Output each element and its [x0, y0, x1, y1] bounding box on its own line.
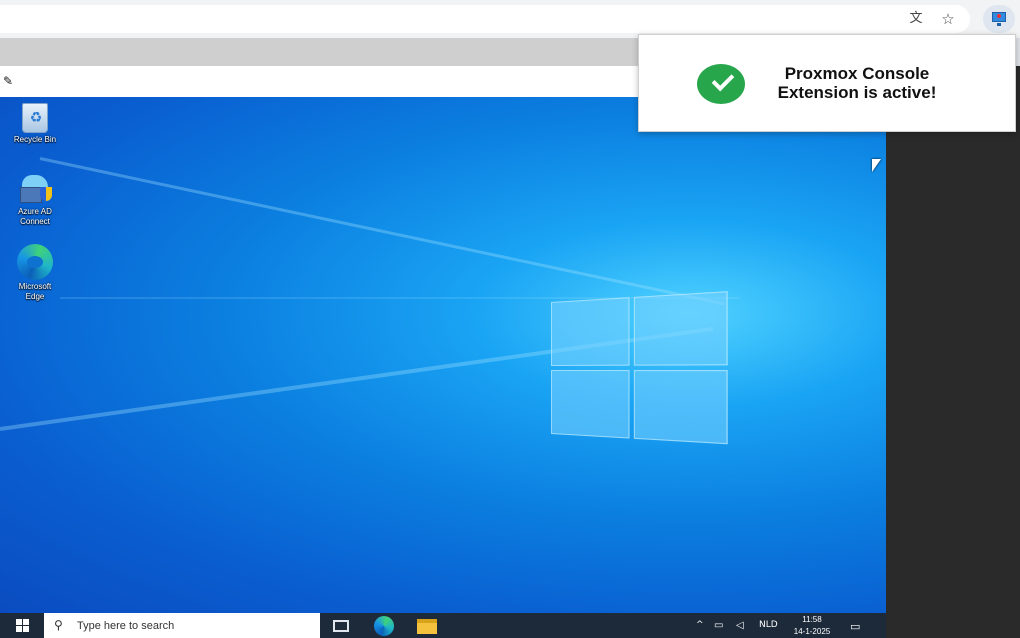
pencil-icon[interactable]: ✎ [3, 74, 13, 88]
azure-ad-connect-icon [18, 173, 52, 205]
language-indicator[interactable]: NLD [759, 620, 778, 630]
taskbar-search-box[interactable]: ⚲ Type here to search [44, 613, 320, 638]
desktop-icon-azure-ad-connect[interactable]: Azure AD Connect [7, 173, 63, 227]
popup-line-2: Extension is active! [777, 83, 937, 102]
edge-icon [17, 244, 53, 280]
system-clock[interactable]: 11:58 14-1-2025 [788, 614, 836, 638]
browser-toolbar: 文 ☆ [0, 0, 1020, 38]
popup-line-1: Proxmox Console [784, 64, 930, 83]
popup-message: Proxmox Console Extension is active! [757, 64, 957, 102]
taskbar-edge-icon[interactable] [374, 616, 394, 636]
windows-logo [551, 291, 728, 449]
desktop-icon-label: Azure AD Connect [18, 207, 52, 226]
proxmox-extension-button[interactable] [983, 5, 1015, 33]
checkmark-icon [697, 64, 745, 104]
search-placeholder: Type here to search [77, 620, 175, 632]
side-panel [886, 66, 1020, 638]
extension-popup: Proxmox Console Extension is active! [638, 34, 1016, 132]
notifications-icon[interactable]: ▭ [850, 620, 860, 633]
task-view-icon[interactable] [333, 620, 349, 632]
volume-icon[interactable]: ◁ [736, 620, 744, 631]
taskbar: ⚲ Type here to search ^ ▭ ◁ NLD 11:58 14… [0, 613, 886, 638]
start-button[interactable] [0, 613, 44, 638]
clock-date: 14-1-2025 [793, 627, 831, 636]
search-icon: ⚲ [54, 618, 63, 632]
file-explorer-icon[interactable] [417, 619, 437, 634]
desktop-icon-recycle-bin[interactable]: Recycle Bin [7, 103, 63, 145]
desktop-icon-label: Microsoft Edge [18, 282, 52, 301]
mouse-cursor-icon [872, 159, 881, 172]
network-icon[interactable]: ▭ [714, 620, 723, 631]
translate-icon[interactable]: 文 [906, 9, 926, 29]
star-icon[interactable]: ☆ [938, 9, 958, 29]
address-bar[interactable] [0, 5, 970, 33]
windows-start-icon [16, 619, 22, 625]
desktop-icon-label: Recycle Bin [13, 135, 57, 144]
chevron-up-icon[interactable]: ^ [696, 620, 704, 630]
clock-time: 11:58 [802, 615, 822, 624]
desktop-icon-microsoft-edge[interactable]: Microsoft Edge [7, 244, 63, 302]
recycle-bin-icon [22, 103, 49, 133]
vm-desktop[interactable]: Recycle Bin Azure AD Connect Microsoft E… [0, 97, 886, 613]
